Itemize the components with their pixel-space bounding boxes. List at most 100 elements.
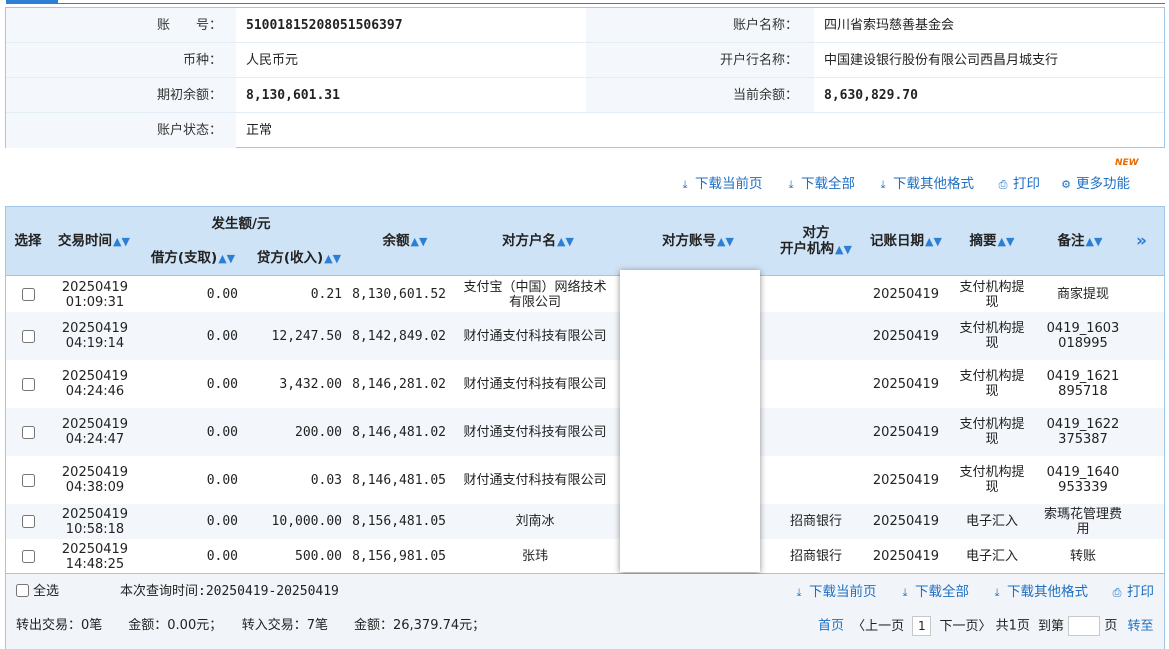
sort-icon: ▲▼: [1085, 235, 1103, 248]
cell-bank: [771, 360, 861, 408]
header-counter-account[interactable]: 对方账号▲▼: [650, 234, 746, 249]
first-page-link[interactable]: 首页: [818, 619, 844, 634]
row-checkbox[interactable]: [21, 377, 35, 391]
download-icon: ⤓: [796, 586, 802, 599]
tab-underline: [6, 3, 1165, 4]
printer-icon: ⎙: [1112, 586, 1122, 599]
row-select-cell: [6, 277, 50, 312]
header-post-date[interactable]: 记账日期▲▼: [866, 234, 946, 249]
row-checkbox[interactable]: [21, 515, 35, 528]
table-row[interactable]: 20250419 14:48:25 0.00 500.00 8,156,981.05 张玮…: [6, 539, 1164, 573]
table-row[interactable]: 20250419 04:38:09 0.00 0.03 8,146,481.05 财付通支…: [6, 456, 1164, 504]
current-page[interactable]: 1: [912, 616, 932, 636]
cell-debit: 0.00: [206, 287, 238, 302]
footer-download-page-label: 下载当前页: [809, 584, 877, 600]
row-checkbox[interactable]: [21, 425, 35, 439]
prev-page-link[interactable]: 〈上一页: [852, 619, 904, 634]
account-no-label: 账 号：: [156, 18, 222, 33]
cell-counterparty: 财付通支付科技有限公司: [463, 424, 607, 440]
header-remark[interactable]: 备注▲▼: [1052, 234, 1108, 249]
table-row[interactable]: 20250419 04:24:47 0.00 200.00 8,146,481.02 财付…: [6, 408, 1164, 456]
footer-print-label: 打印: [1127, 584, 1154, 600]
download-all-link[interactable]: ⤓ 下载全部: [784, 170, 855, 199]
cell-bank: [771, 312, 861, 360]
header-counterparty[interactable]: 对方户名▲▼: [490, 234, 586, 249]
header-remark-label: 备注: [1057, 233, 1085, 249]
cell-date-text: 20250419: [61, 541, 129, 557]
download-other-link[interactable]: ⤓ 下载其他格式: [876, 170, 974, 199]
sort-icon: ▲▼: [997, 235, 1015, 248]
opening-balance-label: 期初余额：: [156, 88, 222, 103]
cell-time-text: 10:58:18: [65, 521, 125, 537]
select-all[interactable]: 全选: [16, 582, 59, 602]
next-page-link[interactable]: 下一页〉: [939, 619, 991, 634]
header-credit-label: 贷方(收入): [256, 250, 324, 266]
row-select-cell: [6, 539, 50, 573]
goto-button[interactable]: 转至: [1127, 619, 1153, 634]
account-no-value: 51001815208051506397: [246, 18, 403, 33]
table-row[interactable]: 20250419 04:24:46 0.00 3,432.00 8,146,281.02…: [6, 360, 1164, 408]
row-checkbox[interactable]: [21, 550, 35, 563]
goto-page-input[interactable]: [1068, 616, 1101, 636]
footer-download-other-link[interactable]: ⤓ 下载其他格式: [990, 582, 1088, 603]
header-balance-label: 余额: [382, 233, 410, 249]
header-debit[interactable]: 借方(支取)▲▼: [144, 251, 242, 266]
footer-download-all-link[interactable]: ⤓ 下载全部: [898, 582, 969, 603]
cell-remark: 商家提现: [1056, 287, 1109, 302]
cell-post-date: 20250419: [872, 376, 940, 392]
cell-counterparty: 张玮: [521, 549, 548, 564]
more-label: 更多功能: [1076, 176, 1130, 192]
cell-debit: 0.00: [206, 472, 238, 488]
cell-date-text: 20250419: [61, 465, 129, 480]
cell-post-date: 20250419: [872, 287, 940, 302]
table-row[interactable]: 20250419 04:19:14 0.00 12,247.50 8,142,849.0…: [6, 312, 1164, 360]
current-balance-label: 当前余额：: [732, 88, 798, 103]
print-link[interactable]: ⎙ 打印: [996, 170, 1040, 199]
header-counter-bank[interactable]: 开户机构▲▼: [776, 242, 856, 257]
cell-balance: 8,142,849.02: [352, 328, 446, 344]
cell-bank: [771, 408, 861, 456]
row-checkbox[interactable]: [21, 473, 35, 487]
cell-remark: 索瑪花管理费用: [1044, 506, 1123, 537]
cell-balance: 8,156,981.05: [352, 549, 446, 564]
cell-credit: 500.00: [295, 549, 342, 564]
info-row-balance: 期初余额： 8,130,601.31 当前余额： 8,630,829.70: [6, 78, 1164, 113]
cell-credit: 10,000.00: [271, 514, 342, 529]
cell-balance: 8,146,481.05: [352, 472, 446, 488]
cell-counterparty: 刘南冰: [515, 514, 555, 529]
currency-label: 币种：: [182, 53, 222, 68]
header-balance[interactable]: 余额▲▼: [370, 234, 440, 249]
query-time: 本次查询时间:20250419-20250419: [120, 584, 339, 599]
select-all-checkbox[interactable]: [16, 584, 29, 597]
info-row-status: 账户状态： 正常: [6, 113, 1164, 148]
bank-label: 开户行名称：: [719, 53, 798, 68]
table-row[interactable]: 20250419 01:09:31 0.00 0.21 8,130,601.52 支付宝（…: [6, 277, 1164, 312]
sort-icon: ▲▼: [324, 252, 342, 265]
row-checkbox[interactable]: [21, 329, 35, 343]
more-functions-link[interactable]: ⚙ 更多功能: [1059, 170, 1130, 199]
cell-time-text: 04:19:14: [65, 336, 125, 351]
cell-summary: 支付机构提现: [959, 279, 1025, 310]
cell-remark: 0419_1603018995: [1046, 321, 1120, 351]
cell-credit: 0.21: [310, 287, 342, 302]
info-row-account: 账 号： 51001815208051506397 账户名称： 四川省索玛慈善基…: [6, 8, 1164, 43]
header-credit[interactable]: 贷方(收入)▲▼: [250, 251, 348, 266]
cell-post-date: 20250419: [872, 472, 940, 488]
cell-bank: [771, 456, 861, 504]
header-time[interactable]: 交易时间▲▼: [54, 234, 134, 249]
download-page-link[interactable]: ⤓ 下载当前页: [678, 170, 763, 199]
select-all-label: 全选: [33, 584, 60, 599]
cell-summary: 电子汇入: [965, 514, 1018, 529]
table-row[interactable]: 20250419 10:58:18 0.00 10,000.00 8,156,481.0…: [6, 504, 1164, 539]
footer-print-link[interactable]: ⎙ 打印: [1110, 582, 1154, 603]
cell-date-text: 20250419: [61, 321, 129, 336]
time-stack: 20250419 04:24:46: [62, 369, 128, 399]
header-counter-account-label: 对方账号: [662, 233, 717, 249]
double-chevron-right-icon[interactable]: »: [1136, 231, 1147, 251]
footer-download-page-link[interactable]: ⤓ 下载当前页: [792, 582, 877, 603]
row-checkbox[interactable]: [21, 288, 35, 301]
cell-bank: 招商银行: [789, 514, 842, 529]
sort-icon: ▲▼: [717, 235, 734, 248]
header-summary[interactable]: 摘要▲▼: [964, 234, 1020, 249]
cell-summary: 支付机构提现: [959, 417, 1025, 447]
